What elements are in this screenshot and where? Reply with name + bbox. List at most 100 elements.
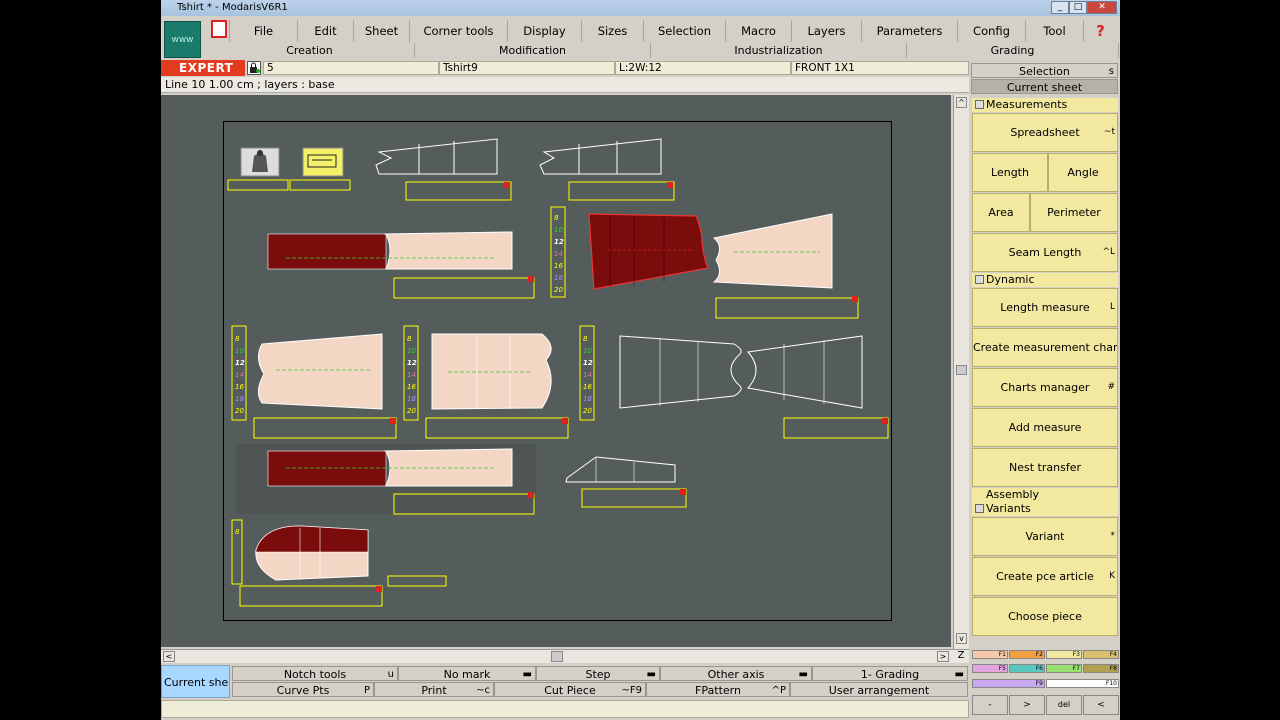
length-button[interactable]: Length xyxy=(972,153,1048,192)
seam-length-button[interactable]: Seam Length ^L xyxy=(972,233,1118,272)
curve-pts-button[interactable]: Curve Pts P xyxy=(232,682,374,697)
piece-sleeve-outline-1[interactable] xyxy=(375,138,512,201)
measurements-header[interactable]: Measurements xyxy=(972,98,1118,112)
vertical-scrollbar[interactable]: ^ v xyxy=(953,95,969,649)
piece-sleeve-outline-2[interactable] xyxy=(539,138,675,201)
phase-industrialization[interactable]: Industrialization xyxy=(651,43,907,58)
add-measure-button[interactable]: Add measure xyxy=(972,408,1118,447)
menu-sizes[interactable]: Sizes xyxy=(581,20,643,42)
menu-selection[interactable]: Selection xyxy=(643,20,725,42)
print-button[interactable]: Print ~c xyxy=(374,682,494,697)
piece-front-selected[interactable] xyxy=(588,213,859,319)
phase-modification[interactable]: Modification xyxy=(415,43,651,58)
create-measurement-chart-button[interactable]: Create measurement chart xyxy=(972,328,1118,367)
menu-tool[interactable]: Tool xyxy=(1025,20,1083,42)
zoom-icon[interactable]: Z xyxy=(954,650,968,663)
piece-front-body-2[interactable] xyxy=(425,333,569,439)
help-icon[interactable]: ? xyxy=(1083,20,1117,42)
phase-grading[interactable]: Grading xyxy=(907,43,1119,58)
notch-tools-button[interactable]: Notch tools u xyxy=(232,666,398,681)
grading-dropdown[interactable]: 1- Grading ▬ xyxy=(812,666,968,681)
function-key-f7[interactable]: F7 xyxy=(1046,664,1082,673)
length-measure-button[interactable]: Length measure L xyxy=(972,288,1118,327)
www-logo[interactable]: www xyxy=(164,21,201,58)
horizontal-scrollbar[interactable]: < > Z xyxy=(161,649,969,663)
piece-front-body-1[interactable] xyxy=(253,333,397,439)
menu-file[interactable]: File xyxy=(229,20,297,42)
dynamic-measurements-checkbox[interactable] xyxy=(975,275,984,284)
create-pce-article-button[interactable]: Create pce article K xyxy=(972,557,1118,596)
minimize-button[interactable]: _ xyxy=(1051,1,1069,14)
pattern-canvas[interactable]: 8 10 12 14 16 18 20 8 10 12 14 16 18 20 … xyxy=(224,122,890,619)
tab-selection[interactable]: Selection s xyxy=(971,63,1118,78)
current-sheet-button[interactable]: Current sheet xyxy=(161,665,230,698)
scroll-left-icon[interactable]: < xyxy=(163,651,175,662)
choose-piece-button[interactable]: Choose piece xyxy=(972,597,1118,636)
menu-config[interactable]: Config xyxy=(957,20,1025,42)
vertical-scroll-thumb[interactable] xyxy=(956,365,967,375)
piece-sleeve-outline-3[interactable] xyxy=(565,456,687,508)
phase-creation[interactable]: Creation xyxy=(205,43,415,58)
function-key-f3[interactable]: F3 xyxy=(1046,650,1082,659)
other-axis-dropdown[interactable]: Other axis ▬ xyxy=(660,666,812,681)
spreadsheet-button[interactable]: Spreadsheet ~t xyxy=(972,113,1118,152)
function-key-f9[interactable]: F9 xyxy=(972,679,1045,688)
horizontal-scroll-thumb[interactable] xyxy=(551,651,563,662)
piece-back-panel-2[interactable] xyxy=(236,444,536,515)
nav-delete-button[interactable]: del xyxy=(1046,695,1082,715)
function-key-f10[interactable]: F10 xyxy=(1046,679,1119,688)
svg-text:8: 8 xyxy=(407,335,412,343)
no-mark-dropdown[interactable]: No mark ▬ xyxy=(398,666,536,681)
cut-piece-button[interactable]: Cut Piece ~F9 xyxy=(494,682,646,697)
svg-text:12: 12 xyxy=(407,359,417,367)
menu-sheet[interactable]: Sheet xyxy=(353,20,409,42)
menu-parameters[interactable]: Parameters xyxy=(861,20,957,42)
maximize-button[interactable]: □ xyxy=(1069,1,1087,14)
menu-layers[interactable]: Layers xyxy=(791,20,861,42)
menu-edit[interactable]: Edit xyxy=(297,20,353,42)
assembly-header[interactable]: Assembly xyxy=(972,488,1118,502)
nav-right-button[interactable]: > xyxy=(1009,695,1045,715)
area-button[interactable]: Area xyxy=(972,193,1030,232)
svg-text:14: 14 xyxy=(235,371,244,379)
piece-body-outline[interactable] xyxy=(619,335,889,439)
command-input[interactable] xyxy=(161,700,969,718)
pattern-sheet[interactable]: 8 10 12 14 16 18 20 8 10 12 14 16 18 20 … xyxy=(223,121,892,621)
model-image-icon[interactable] xyxy=(240,147,280,177)
variant-button[interactable]: Variant * xyxy=(972,517,1118,556)
user-arrangement-button[interactable]: User arrangement xyxy=(790,682,968,697)
tab-current-sheet[interactable]: Current sheet xyxy=(971,79,1118,94)
variants-checkbox[interactable] xyxy=(975,504,984,513)
fpattern-button[interactable]: FPattern ^P xyxy=(646,682,790,697)
scroll-down-icon[interactable]: v xyxy=(956,633,967,644)
perimeter-button[interactable]: Perimeter xyxy=(1030,193,1118,232)
charts-manager-button[interactable]: Charts manager # xyxy=(972,368,1118,407)
variants-header[interactable]: Variants xyxy=(972,502,1118,516)
function-key-f8[interactable]: F8 xyxy=(1083,664,1119,673)
function-key-f2[interactable]: F2 xyxy=(1009,650,1045,659)
menu-corner-tools[interactable]: Corner tools xyxy=(409,20,507,42)
angle-button[interactable]: Angle xyxy=(1048,153,1118,192)
workspace[interactable]: 8 10 12 14 16 18 20 8 10 12 14 16 18 20 … xyxy=(161,95,951,647)
measurements-checkbox[interactable] xyxy=(975,100,984,109)
menu-macro[interactable]: Macro xyxy=(725,20,791,42)
lock-icon[interactable] xyxy=(247,61,261,75)
function-key-f1[interactable]: F1 xyxy=(972,650,1008,659)
nav-dots-button[interactable]: - xyxy=(972,695,1008,715)
piece-sleeve-front[interactable] xyxy=(239,525,447,607)
scroll-up-icon[interactable]: ^ xyxy=(956,97,967,108)
menu-display[interactable]: Display xyxy=(507,20,581,42)
function-key-f4[interactable]: F4 xyxy=(1083,650,1119,659)
nav-left-button[interactable]: < xyxy=(1083,695,1119,715)
garment-sketch-icon[interactable] xyxy=(302,147,344,177)
function-key-f5[interactable]: F5 xyxy=(972,664,1008,673)
piece-back-panel[interactable] xyxy=(267,231,535,299)
close-button[interactable]: ✕ xyxy=(1087,1,1117,14)
dynamic-measurements-header[interactable]: Dynamic measurements xyxy=(972,273,1118,299)
scroll-right-icon[interactable]: > xyxy=(937,651,949,662)
step-dropdown[interactable]: Step ▬ xyxy=(536,666,660,681)
nest-transfer-button[interactable]: Nest transfer xyxy=(972,448,1118,487)
svg-text:8: 8 xyxy=(235,335,240,343)
function-key-f6[interactable]: F6 xyxy=(1009,664,1045,673)
svg-text:12: 12 xyxy=(554,238,564,246)
